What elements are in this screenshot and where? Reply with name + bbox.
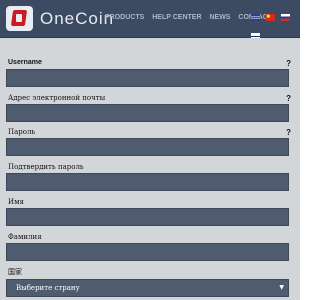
- email-help-icon[interactable]: ?: [286, 94, 291, 103]
- onecoin-logo-icon[interactable]: [6, 6, 33, 31]
- confirm-password-input[interactable]: [6, 173, 289, 191]
- russian-flag-icon[interactable]: [281, 14, 291, 21]
- chinese-flag-icon[interactable]: [266, 14, 276, 21]
- country-select-value: Выберите страну: [16, 284, 80, 292]
- password-label: Пароль: [8, 128, 36, 136]
- username-input[interactable]: [6, 69, 289, 87]
- nav-news[interactable]: NEWS: [209, 14, 230, 21]
- email-label: Адрес электронной почты: [8, 94, 106, 102]
- username-help-icon[interactable]: ?: [286, 59, 291, 68]
- email-input[interactable]: [6, 104, 289, 122]
- nav-products[interactable]: PRODUCTS: [105, 14, 144, 21]
- brand-name[interactable]: OneCoin: [40, 9, 114, 29]
- last-name-input[interactable]: [6, 243, 289, 261]
- password-input[interactable]: [6, 138, 289, 156]
- nav-help-center[interactable]: HELP CENTER: [152, 14, 201, 21]
- country-select[interactable]: Выберите страну ▼: [6, 279, 289, 297]
- username-label: Username: [8, 59, 42, 66]
- language-selector: [251, 14, 300, 40]
- first-name-input[interactable]: [6, 208, 289, 226]
- password-help-icon[interactable]: ?: [286, 128, 291, 137]
- english-flag-icon[interactable]: [251, 14, 260, 21]
- confirm-password-label: Подтвердить пароль: [8, 163, 84, 171]
- registration-form: Username ? Адрес электронной почты ? Пар…: [0, 38, 300, 300]
- last-name-label: Фамилия: [8, 233, 42, 241]
- header-bar: OneCoin PRODUCTS HELP CENTER NEWS CONTAC…: [0, 0, 300, 40]
- first-name-label: Имя: [8, 198, 24, 206]
- country-label: 国家: [8, 268, 22, 276]
- chevron-down-icon: ▼: [279, 284, 284, 291]
